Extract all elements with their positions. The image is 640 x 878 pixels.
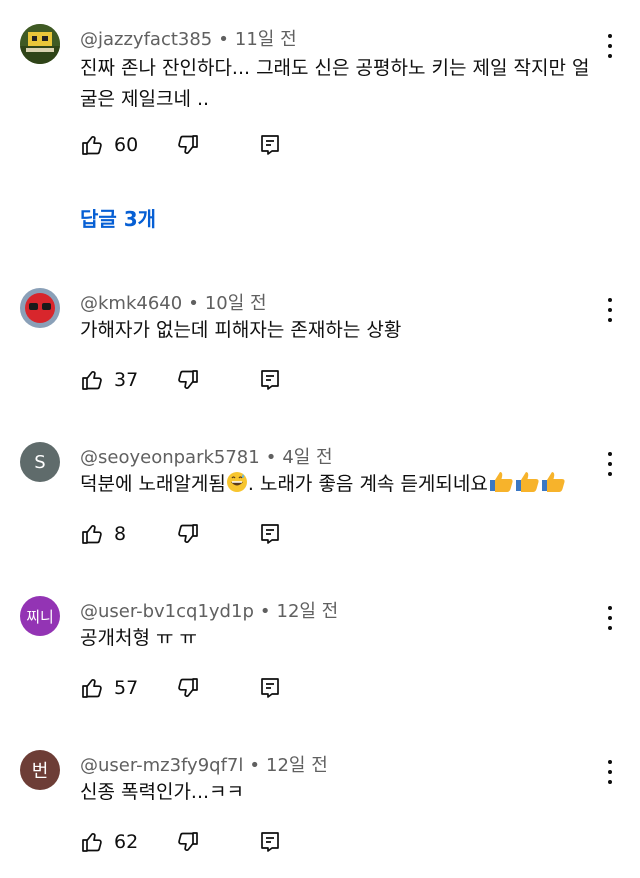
red-mask-avatar-icon: [20, 288, 60, 328]
comment-meta: @kmk4640 • 10일 전: [80, 293, 267, 314]
like-button[interactable]: 60: [80, 133, 138, 157]
like-button[interactable]: 37: [80, 368, 138, 392]
avatar[interactable]: [20, 288, 60, 328]
avatar[interactable]: 번: [20, 750, 60, 790]
more-vert-icon[interactable]: [600, 298, 620, 322]
comment-meta: @jazzyfact385 • 11일 전: [80, 29, 297, 50]
thumbs-down-icon: [178, 832, 198, 851]
reply-button[interactable]: [258, 830, 282, 854]
dislike-button[interactable]: [176, 133, 200, 157]
like-button[interactable]: 57: [80, 676, 138, 700]
dislike-button[interactable]: [176, 830, 200, 854]
comment-author[interactable]: @jazzyfact385: [80, 29, 212, 50]
reply-button[interactable]: [258, 522, 282, 546]
avatar-letter: S: [34, 451, 46, 473]
comment-time[interactable]: 4일 전: [282, 447, 332, 468]
reply-button[interactable]: [258, 133, 282, 157]
thumbs-up-emoji: [489, 472, 513, 492]
comment-time[interactable]: 10일 전: [205, 293, 267, 314]
like-count: 60: [114, 134, 139, 156]
like-count: 37: [114, 369, 139, 391]
avatar[interactable]: [20, 24, 60, 64]
comment-text: 가해자가 없는데 피해자는 존재하는 상황: [80, 319, 402, 341]
comment-time[interactable]: 11일 전: [235, 29, 297, 50]
comment-time[interactable]: 12일 전: [277, 601, 339, 622]
comment-text: 진짜 존나 잔인하다... 그래도 신은 공평하노 키는 제일 작지만 얼굴은 …: [80, 57, 590, 110]
like-button[interactable]: 62: [80, 830, 138, 854]
thumbs-up-emoji: [515, 472, 539, 492]
comment-text: 덕분에 노래알게됨 . 노래가 좋음 계속 듣게되네요: [80, 469, 600, 500]
thumbs-up-icon: [82, 833, 102, 852]
like-button[interactable]: 8: [80, 522, 126, 546]
dislike-button[interactable]: [176, 368, 200, 392]
comment-meta: @user-bv1cq1yd1p • 12일 전: [80, 601, 339, 622]
thumbs-down-icon: [178, 135, 198, 154]
like-count: 8: [114, 523, 127, 545]
thumbs-up-icon: [82, 136, 102, 155]
more-vert-icon[interactable]: [600, 452, 620, 476]
dislike-button[interactable]: [176, 522, 200, 546]
comment-text-part: . 노래가 좋음 계속 듣게되네요: [247, 473, 488, 495]
like-count: 62: [114, 831, 139, 853]
comment-text: 공개처형 ㅠ ㅠ: [80, 627, 197, 649]
comment-actions: 57: [80, 676, 300, 706]
reply-icon: [261, 370, 279, 390]
comment-actions: 37: [80, 368, 300, 398]
thumbs-down-icon: [178, 524, 198, 543]
view-replies-button[interactable]: 답글 3개: [80, 203, 156, 232]
reply-button[interactable]: [258, 676, 282, 700]
comment-text-part: 덕분에 노래알게됨: [80, 473, 226, 495]
like-count: 57: [114, 677, 139, 699]
grinning-sweat-emoji: [226, 472, 247, 492]
comment-text: 신종 폭력인가...ㅋㅋ: [80, 781, 244, 803]
reply-icon: [261, 135, 279, 155]
more-vert-icon[interactable]: [600, 34, 620, 58]
thumbs-up-icon: [82, 679, 102, 698]
avatar-letter: 찌니: [26, 607, 54, 626]
thumbs-down-icon: [178, 370, 198, 389]
comment-meta: @seoyeonpark5781 • 4일 전: [80, 447, 333, 468]
avatar-letter: 번: [31, 761, 49, 782]
dislike-button[interactable]: [176, 676, 200, 700]
reply-button[interactable]: [258, 368, 282, 392]
reply-icon: [261, 678, 279, 698]
comment-actions: 60: [80, 133, 300, 163]
reply-icon: [261, 524, 279, 544]
comment-author[interactable]: @seoyeonpark5781: [80, 447, 260, 468]
comment-time[interactable]: 12일 전: [266, 755, 328, 776]
comment-author[interactable]: @user-bv1cq1yd1p: [80, 601, 254, 622]
more-vert-icon[interactable]: [600, 760, 620, 784]
avatar[interactable]: S: [20, 442, 60, 482]
comment-actions: 8: [80, 522, 300, 552]
thumbs-down-icon: [178, 678, 198, 697]
comment-author[interactable]: @user-mz3fy9qf7l: [80, 755, 243, 776]
comment-author[interactable]: @kmk4640: [80, 293, 182, 314]
more-vert-icon[interactable]: [600, 606, 620, 630]
avatar[interactable]: 찌니: [20, 596, 60, 636]
reply-icon: [261, 832, 279, 852]
comment-actions: 62: [80, 830, 300, 860]
thumbs-up-icon: [82, 525, 102, 544]
comment-meta: @user-mz3fy9qf7l • 12일 전: [80, 755, 328, 776]
thumbs-up-emoji: [541, 472, 565, 492]
thumbs-up-icon: [82, 371, 102, 390]
photo-avatar-icon: [20, 24, 60, 64]
